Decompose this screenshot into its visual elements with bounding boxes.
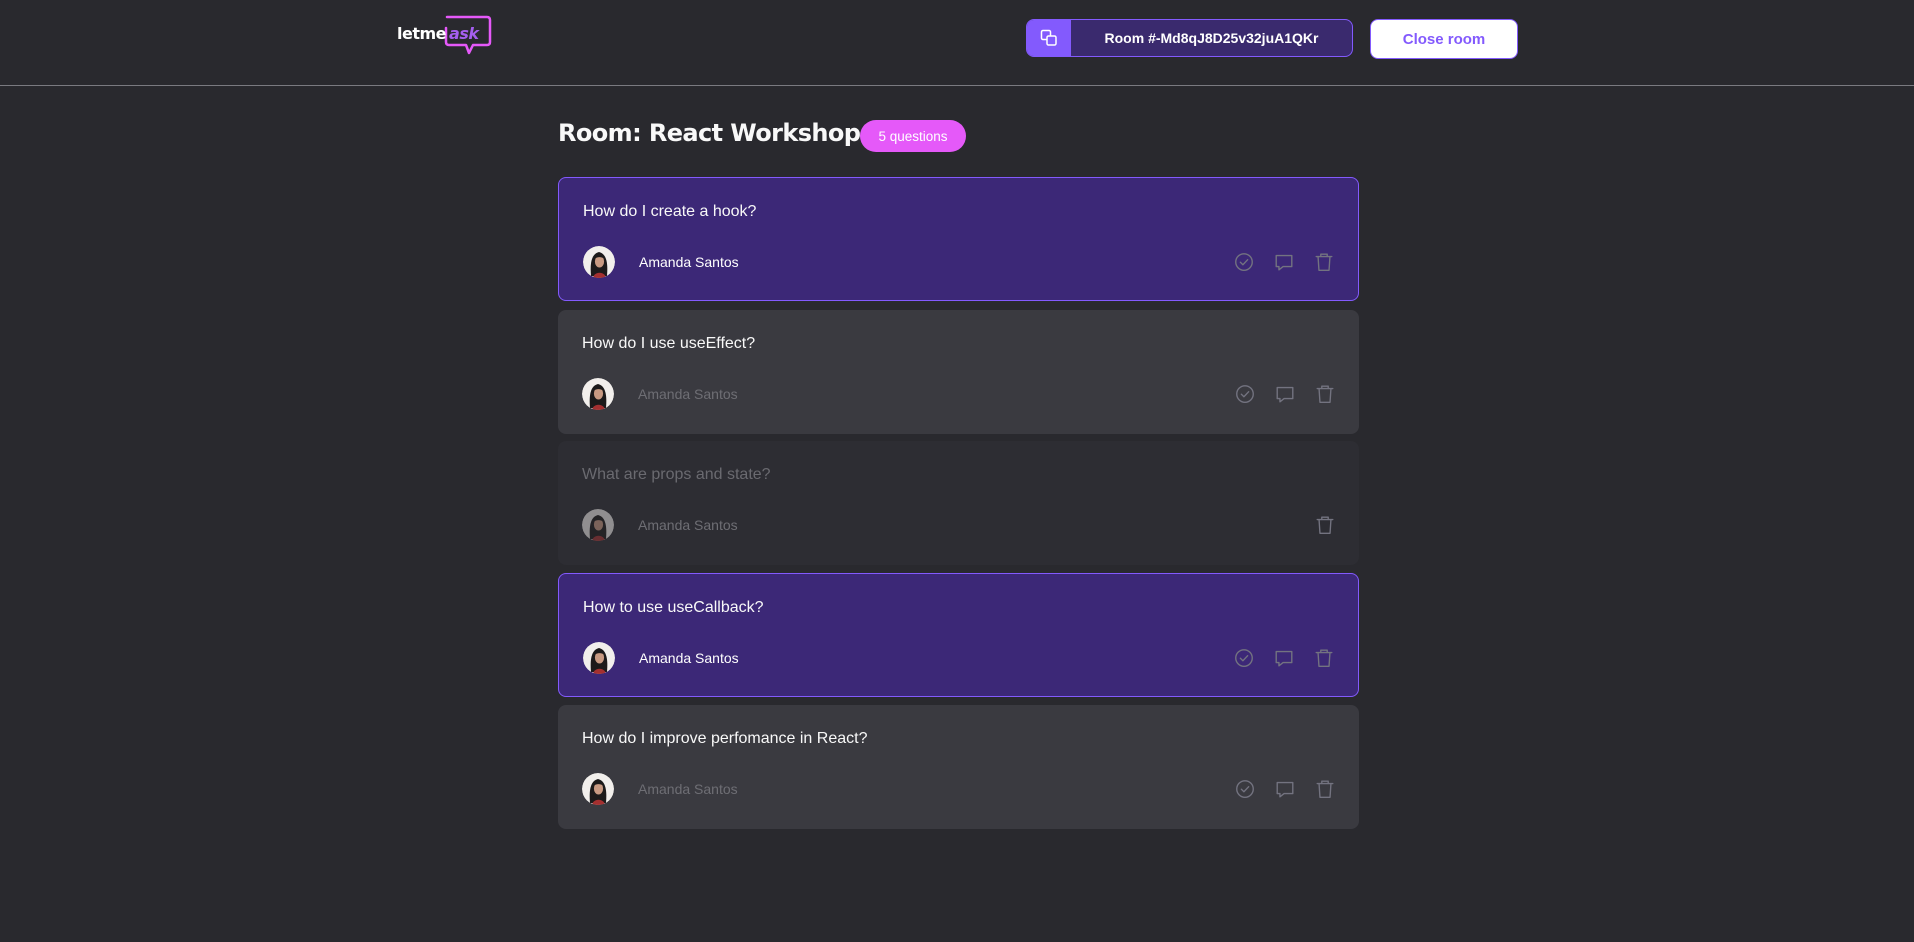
question-text: How do I create a hook? bbox=[583, 203, 757, 220]
question-text: How do I use useEffect? bbox=[582, 335, 756, 352]
room-code-button[interactable]: Room #-Md8qJ8D25v32juA1QKr bbox=[1026, 19, 1353, 57]
page-title: Room: React Workshop bbox=[558, 119, 861, 147]
author-name: Amanda Santos bbox=[638, 517, 738, 533]
avatar bbox=[582, 378, 614, 410]
author-name: Amanda Santos bbox=[639, 254, 739, 270]
avatar bbox=[583, 642, 615, 674]
question-card: How do I improve perfomance in React? Am… bbox=[558, 705, 1359, 829]
question-actions bbox=[1313, 511, 1337, 539]
question-author: Amanda Santos bbox=[583, 246, 739, 278]
message-icon[interactable] bbox=[1272, 250, 1296, 274]
avatar bbox=[582, 509, 614, 541]
question-actions bbox=[1233, 775, 1337, 803]
question-actions bbox=[1233, 380, 1337, 408]
trash-icon[interactable] bbox=[1313, 777, 1337, 801]
trash-icon[interactable] bbox=[1313, 382, 1337, 406]
copy-icon bbox=[1027, 20, 1071, 56]
trash-icon[interactable] bbox=[1312, 250, 1336, 274]
room-code-label: Room #-Md8qJ8D25v32juA1QKr bbox=[1104, 30, 1319, 46]
avatar bbox=[583, 246, 615, 278]
question-card: What are props and state? Amanda Santos bbox=[558, 441, 1359, 565]
author-name: Amanda Santos bbox=[639, 650, 739, 666]
question-author: Amanda Santos bbox=[582, 773, 738, 805]
question-card: How do I use useEffect? Amanda Santos bbox=[558, 310, 1359, 434]
logo-wordmark: letme ask bbox=[397, 24, 479, 43]
check-circle-icon[interactable] bbox=[1233, 777, 1257, 801]
question-author: Amanda Santos bbox=[582, 509, 738, 541]
message-icon[interactable] bbox=[1272, 646, 1296, 670]
trash-icon[interactable] bbox=[1312, 646, 1336, 670]
message-icon[interactable] bbox=[1273, 382, 1297, 406]
question-text: How do I improve perfomance in React? bbox=[582, 730, 868, 747]
question-card: How to use useCallback? Amanda Santos bbox=[558, 573, 1359, 697]
question-text: What are props and state? bbox=[582, 466, 771, 483]
trash-icon[interactable] bbox=[1313, 513, 1337, 537]
close-room-button[interactable]: Close room bbox=[1370, 19, 1518, 59]
question-text: How to use useCallback? bbox=[583, 599, 764, 616]
check-circle-icon[interactable] bbox=[1233, 382, 1257, 406]
page-header: letme ask Room #-Md8qJ8D25v32juA1QKr Clos… bbox=[0, 0, 1914, 86]
question-count-badge: 5 questions bbox=[860, 120, 966, 152]
author-name: Amanda Santos bbox=[638, 781, 738, 797]
question-actions bbox=[1232, 248, 1336, 276]
question-author: Amanda Santos bbox=[582, 378, 738, 410]
check-circle-icon[interactable] bbox=[1232, 646, 1256, 670]
message-icon[interactable] bbox=[1273, 777, 1297, 801]
question-card: How do I create a hook? Amanda Santos bbox=[558, 177, 1359, 301]
author-name: Amanda Santos bbox=[638, 386, 738, 402]
letmeask-logo[interactable]: letme ask bbox=[397, 14, 493, 60]
check-circle-icon[interactable] bbox=[1232, 250, 1256, 274]
avatar bbox=[582, 773, 614, 805]
question-author: Amanda Santos bbox=[583, 642, 739, 674]
question-actions bbox=[1232, 644, 1336, 672]
